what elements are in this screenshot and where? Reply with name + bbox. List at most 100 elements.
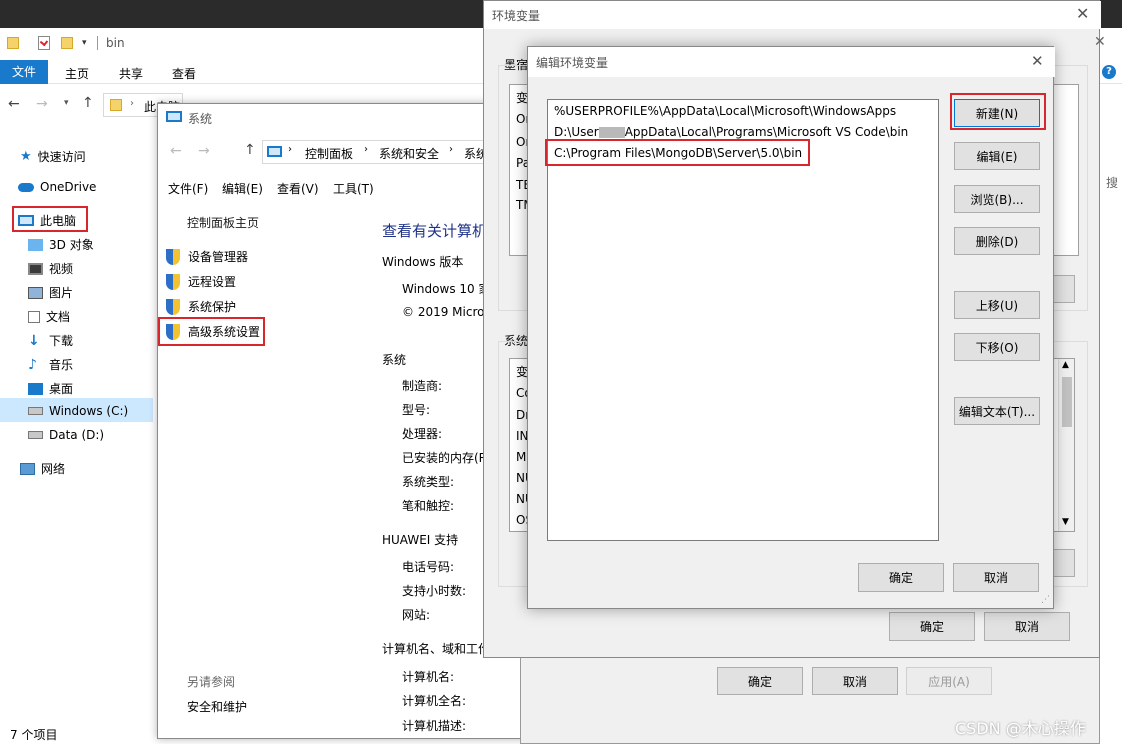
website-label: 网站:	[402, 608, 431, 622]
search-box-partial[interactable]: 搜	[1106, 174, 1118, 191]
nav-item-videos[interactable]: 视频	[28, 260, 73, 277]
control-panel-home-link[interactable]: 控制面板主页	[187, 214, 259, 231]
windows-edition-label: Windows 版本	[382, 255, 464, 269]
nav-item-pictures[interactable]: 图片	[28, 284, 73, 301]
forward-icon[interactable]: →	[36, 96, 48, 112]
see-also-label: 另请参阅	[187, 675, 236, 689]
tab-home[interactable]: 主页	[65, 65, 89, 82]
up-icon[interactable]: ↑	[244, 142, 256, 158]
document-icon	[28, 310, 40, 323]
music-icon: ♪	[28, 356, 37, 373]
nav-item-windows-c[interactable]: Windows (C:)	[28, 404, 128, 418]
processor-label: 处理器:	[402, 427, 443, 441]
edit-text-button[interactable]: 编辑文本(T)...	[954, 397, 1040, 425]
nav-item-3d-objects[interactable]: 3D 对象	[28, 236, 94, 253]
security-maintenance-link[interactable]: 安全和维护	[187, 698, 247, 715]
support-hours-label: 支持小时数:	[402, 584, 467, 598]
properties-cancel-button[interactable]: 取消	[812, 667, 898, 695]
system-var-scrollbar[interactable]: ▲ ▼	[1058, 359, 1074, 531]
system-type-label: 系统类型:	[402, 475, 455, 489]
tab-share[interactable]: 共享	[119, 65, 143, 82]
left-link-remote-settings[interactable]: 远程设置	[166, 273, 236, 290]
move-up-button[interactable]: 上移(U)	[954, 291, 1040, 319]
system-main-title: 查看有关计算机	[382, 222, 488, 240]
breadcrumb-system-security[interactable]: 系统和安全	[379, 145, 439, 162]
desktop-icon	[28, 382, 43, 395]
edit-button[interactable]: 编辑(E)	[954, 142, 1040, 170]
left-link-system-protection[interactable]: 系统保护	[166, 298, 236, 315]
manufacturer-label: 制造商:	[402, 379, 443, 393]
env-cancel-button[interactable]: 取消	[984, 612, 1070, 641]
edit-cancel-button[interactable]: 取消	[953, 563, 1039, 592]
computer-full-name-label: 计算机全名:	[402, 694, 467, 708]
network-icon	[20, 462, 35, 475]
highlight-this-pc	[12, 206, 88, 232]
quick-access-dropdown-icon[interactable]: ▾	[82, 38, 87, 48]
system-var-row[interactable]: M	[516, 450, 526, 464]
system-title-bar: 系统	[158, 104, 528, 132]
back-icon[interactable]: ←	[170, 143, 182, 159]
scroll-down-icon[interactable]: ▼	[1062, 517, 1069, 527]
highlight-advanced-system-settings	[158, 317, 265, 346]
video-icon	[28, 262, 43, 275]
edit-title-bar: 编辑环境变量 ✕	[528, 47, 1055, 77]
up-icon[interactable]: ↑	[82, 95, 94, 111]
tab-file[interactable]: 文件	[0, 60, 48, 84]
nav-item-downloads[interactable]: ↓ 下载	[28, 332, 73, 349]
move-down-button[interactable]: 下移(O)	[954, 333, 1040, 361]
path-item[interactable]: %USERPROFILE%\AppData\Local\Microsoft\Wi…	[548, 101, 938, 122]
menu-file[interactable]: 文件(F)	[168, 180, 208, 197]
close-icon[interactable]: ✕	[1031, 52, 1044, 70]
properties-apply-button[interactable]: 应用(A)	[906, 667, 992, 695]
close-icon[interactable]: ✕	[1076, 4, 1089, 23]
windows-edition-value: Windows 10 家	[402, 282, 491, 296]
phone-label: 电话号码:	[402, 560, 455, 574]
forward-icon[interactable]: →	[198, 143, 210, 159]
computer-name-label: 计算机名:	[402, 670, 455, 684]
status-bar-item-count: 7 个项目	[10, 728, 58, 742]
highlight-new-path	[545, 139, 810, 166]
recent-dropdown-icon[interactable]: ▾	[64, 98, 69, 108]
window-title: bin	[106, 36, 125, 50]
properties-ok-button[interactable]: 确定	[717, 667, 803, 695]
nav-item-network[interactable]: 网络	[20, 460, 65, 477]
edit-ok-button[interactable]: 确定	[858, 563, 944, 592]
nav-item-onedrive[interactable]: OneDrive	[18, 180, 96, 194]
system-section-label: 系统	[382, 353, 407, 367]
cube-icon	[28, 238, 43, 251]
support-section-label: HUAWEI 支持	[382, 533, 459, 547]
nav-item-data-d[interactable]: Data (D:)	[28, 428, 104, 442]
scroll-up-icon[interactable]: ▲	[1062, 360, 1069, 370]
menu-view[interactable]: 查看(V)	[277, 180, 319, 197]
nav-item-documents[interactable]: 文档	[28, 308, 70, 325]
memory-label: 已安装的内存(R	[402, 451, 488, 465]
system-window-icon	[166, 111, 182, 122]
properties-icon[interactable]	[38, 36, 50, 50]
breadcrumb-control-panel[interactable]: 控制面板	[305, 145, 353, 162]
star-icon: ★	[20, 149, 32, 164]
browse-button[interactable]: 浏览(B)...	[954, 185, 1040, 213]
computer-description-label: 计算机描述:	[402, 719, 467, 733]
tab-view[interactable]: 查看	[172, 65, 196, 82]
back-icon[interactable]: ←	[8, 96, 20, 112]
control-panel-icon	[267, 146, 282, 157]
delete-button[interactable]: 删除(D)	[954, 227, 1040, 255]
env-title-bar: 环境变量 ✕	[484, 1, 1101, 29]
menu-tools[interactable]: 工具(T)	[333, 180, 374, 197]
nav-item-desktop[interactable]: 桌面	[28, 380, 73, 397]
folder-icon	[7, 37, 19, 49]
env-ok-button[interactable]: 确定	[889, 612, 975, 641]
address-separator-icon: ›	[130, 98, 134, 109]
scroll-thumb[interactable]	[1062, 377, 1072, 427]
help-icon[interactable]: ?	[1102, 65, 1116, 79]
background-window-close-icon[interactable]: ✕	[1094, 34, 1106, 50]
system-window: 系统 ← → ↑ › 控制面板 › 系统和安全 › 系统 文件(F) 编辑(E)…	[157, 103, 528, 739]
nav-item-quick-access[interactable]: ★ 快速访问	[20, 148, 86, 165]
drive-icon	[28, 431, 43, 439]
left-link-device-manager[interactable]: 设备管理器	[166, 248, 248, 265]
nav-item-music[interactable]: ♪ 音乐	[28, 356, 73, 373]
menu-edit[interactable]: 编辑(E)	[222, 180, 263, 197]
new-folder-icon[interactable]	[61, 37, 73, 49]
resize-grip-icon[interactable]: ⋰	[1041, 595, 1050, 605]
cloud-icon	[18, 182, 34, 192]
